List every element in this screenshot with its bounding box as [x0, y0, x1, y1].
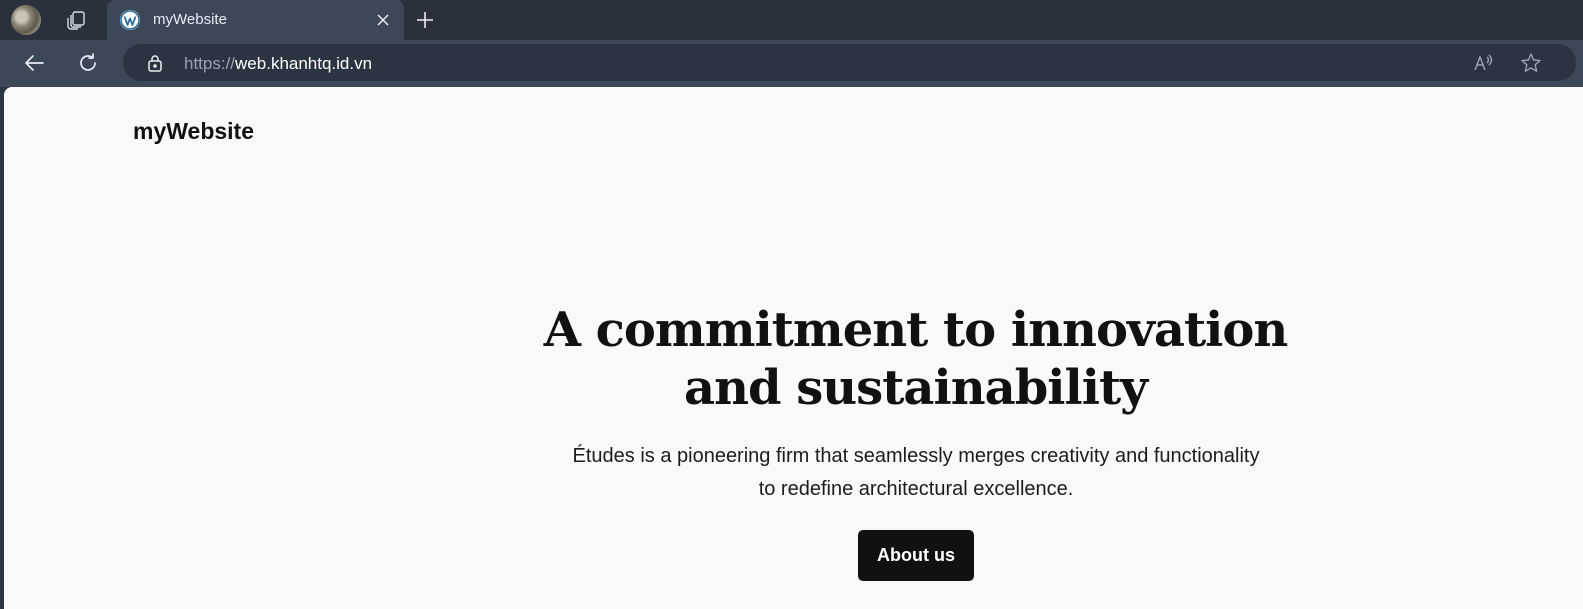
url-protocol: https://	[184, 54, 236, 73]
profile-avatar[interactable]	[11, 5, 41, 35]
browser-tab-strip: myWebsite	[0, 0, 1583, 40]
tab-title: myWebsite	[153, 11, 227, 28]
browser-toolbar: https://web.khanhtq.id.vn	[0, 40, 1583, 87]
close-icon[interactable]	[373, 10, 393, 30]
tab-actions-icon[interactable]	[62, 7, 90, 33]
lock-icon[interactable]	[140, 48, 170, 78]
hero-heading: A commitment to innovation and sustainab…	[543, 302, 1289, 416]
web-page: myWebsite A commitment to innovation and…	[4, 87, 1583, 609]
refresh-icon[interactable]	[73, 48, 103, 78]
site-title[interactable]: myWebsite	[133, 118, 254, 145]
read-aloud-icon[interactable]	[1468, 48, 1498, 78]
hero-description: Études is a pioneering firm that seamles…	[572, 445, 1260, 500]
plus-icon[interactable]	[413, 8, 437, 32]
wordpress-icon	[120, 10, 140, 30]
star-icon[interactable]	[1516, 48, 1546, 78]
active-tab[interactable]: myWebsite	[107, 0, 404, 40]
back-arrow-icon[interactable]	[19, 48, 49, 78]
url-host: web.khanhtq.id.vn	[235, 54, 373, 73]
url-text[interactable]: https://web.khanhtq.id.vn	[184, 54, 372, 74]
address-bar[interactable]: https://web.khanhtq.id.vn	[123, 44, 1576, 81]
about-us-button[interactable]: About us	[858, 530, 974, 581]
